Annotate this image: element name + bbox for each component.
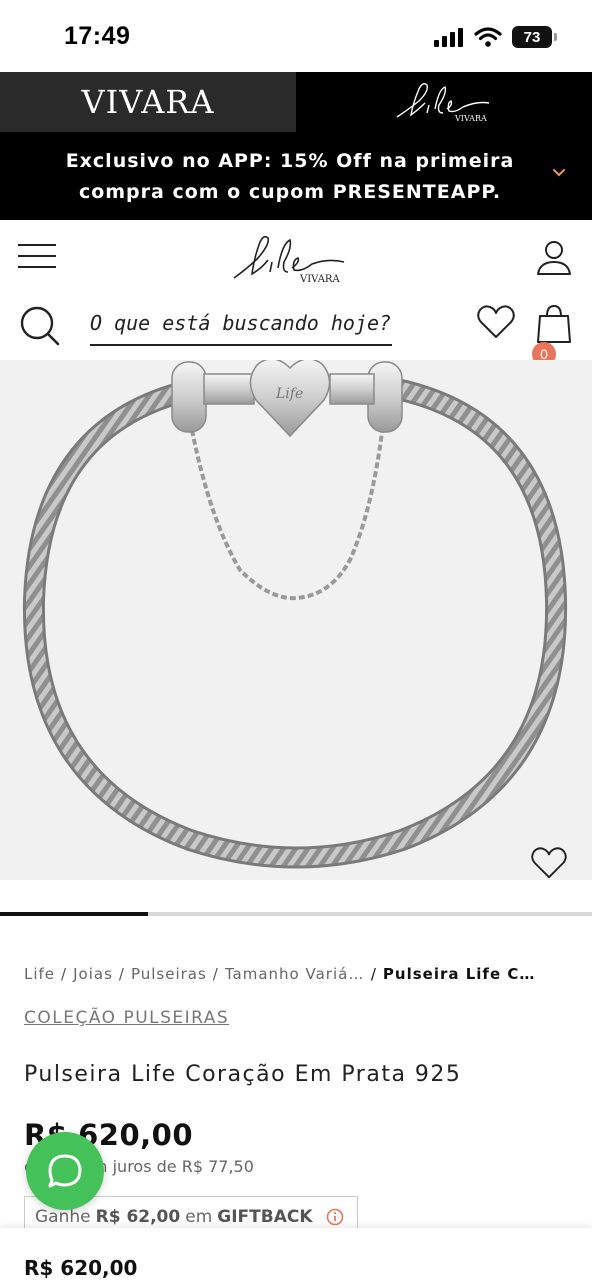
logo-sub: VIVARA — [299, 274, 340, 285]
life-logo[interactable]: VIVARA — [228, 230, 348, 290]
sticky-price: R$ 620,00 — [24, 1256, 138, 1280]
svg-text:Life: Life — [275, 386, 303, 402]
chevron-down-icon[interactable] — [552, 166, 566, 180]
giftback-amount: R$ 62,00 — [95, 1206, 181, 1227]
breadcrumb-item-life[interactable]: Life — [24, 965, 55, 983]
search-input[interactable] — [90, 306, 392, 340]
bag-icon[interactable] — [534, 302, 574, 346]
breadcrumb: Life / Joias / Pulseiras / Tamanho Variá… — [24, 962, 564, 986]
info-icon[interactable] — [326, 1208, 344, 1226]
breadcrumb-separator: / — [370, 965, 377, 983]
user-icon[interactable] — [534, 238, 574, 278]
carousel-progress-fill — [0, 912, 148, 916]
collection-link[interactable]: COLEÇÃO PULSEIRAS — [24, 1008, 229, 1028]
whatsapp-button[interactable] — [26, 1132, 104, 1210]
status-bar: 17:49 73 — [0, 0, 592, 72]
brand-bar: VIVARA VIVARA — [0, 72, 592, 134]
vivara-brand-tab[interactable]: VIVARA — [0, 72, 296, 132]
promo-line-1: Exclusivo no APP: 15% Off na primeira — [65, 150, 515, 172]
breadcrumb-separator: / — [61, 965, 68, 983]
promo-banner[interactable]: Exclusivo no APP: 15% Off na primeira co… — [0, 134, 592, 220]
heart-icon[interactable] — [476, 304, 516, 340]
battery-level: 73 — [523, 28, 541, 46]
breadcrumb-separator: / — [212, 965, 219, 983]
signal-icon — [434, 28, 463, 47]
breadcrumb-item-tamanho[interactable]: Tamanho Variáv… — [225, 965, 365, 983]
favorite-heart-icon[interactable] — [530, 846, 568, 880]
bracelet-image: Life — [22, 360, 568, 869]
giftback-label: GIFTBACK — [217, 1206, 313, 1227]
search-bar[interactable] — [90, 302, 392, 346]
promo-text: Exclusivo no APP: 15% Off na primeira co… — [40, 146, 540, 208]
life-sub-logo: VIVARA — [454, 114, 487, 123]
status-icons: 73 — [434, 26, 557, 48]
breadcrumb-item-joias[interactable]: Joias — [73, 965, 113, 983]
sticky-price-bar: R$ 620,00 — [0, 1228, 592, 1280]
vivara-logo: VIVARA — [81, 83, 215, 121]
product-title: Pulseira Life Coração Em Prata 925 — [24, 1062, 462, 1087]
breadcrumb-item-pulseiras[interactable]: Pulseiras — [131, 965, 207, 983]
battery-icon: 73 — [512, 26, 557, 48]
search-icon[interactable] — [18, 304, 62, 348]
life-brand-tab[interactable]: VIVARA — [296, 72, 592, 132]
life-logo: VIVARA — [396, 82, 490, 123]
menu-icon[interactable] — [18, 244, 56, 268]
wifi-icon — [474, 27, 502, 47]
status-time: 17:49 — [64, 22, 131, 50]
breadcrumb-separator: / — [118, 965, 125, 983]
site-header: VIVARA 0 — [0, 220, 592, 366]
whatsapp-icon — [48, 1154, 82, 1188]
promo-line-2: compra com o cupom PRESENTEAPP. — [78, 181, 502, 203]
giftback-mid: em — [185, 1206, 213, 1227]
breadcrumb-current: Pulseira Life Cora… — [382, 965, 543, 983]
image-carousel-progress — [0, 912, 592, 916]
product-image[interactable]: Life — [0, 360, 592, 880]
